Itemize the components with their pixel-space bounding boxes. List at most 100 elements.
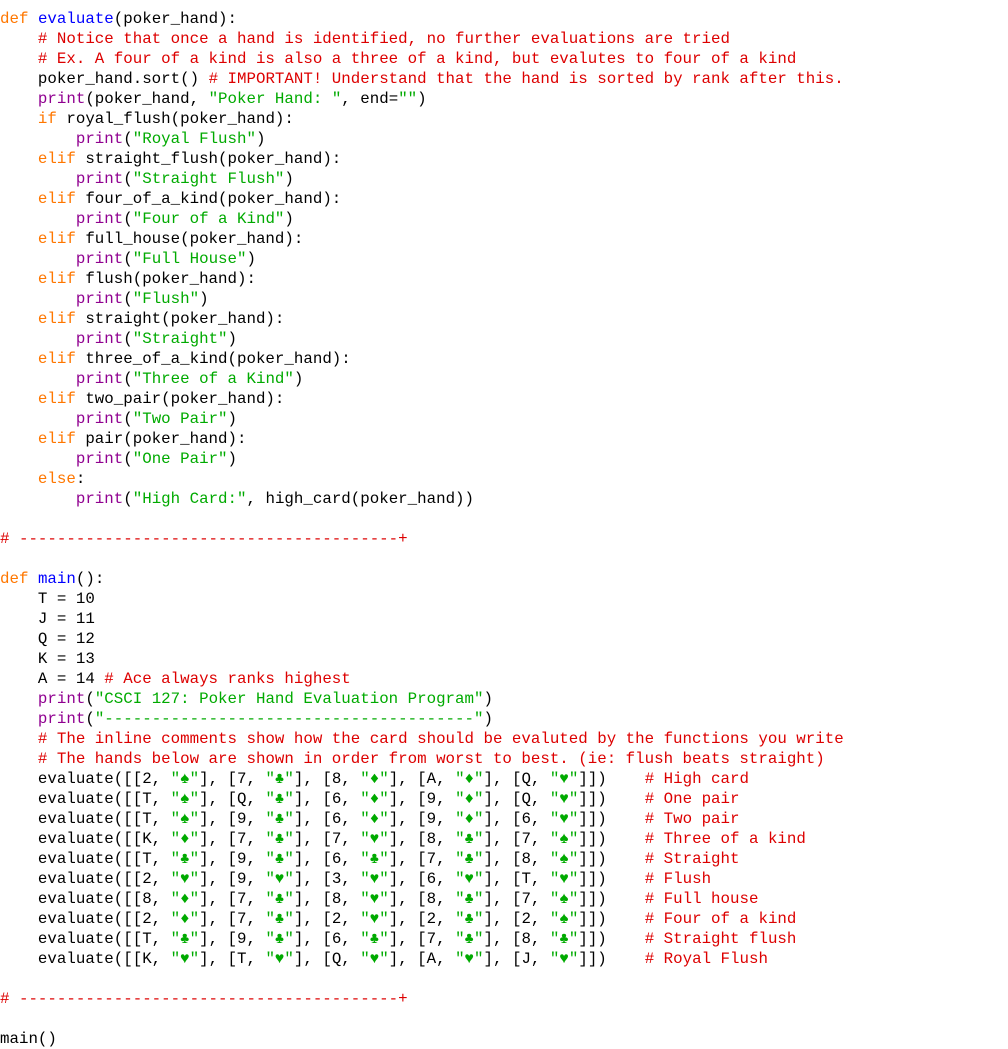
code-text-token: ]])	[578, 950, 644, 968]
code-text-token: ], [8,	[294, 890, 360, 908]
code-text-token: ], [6,	[389, 870, 455, 888]
comment-token: # Full house	[645, 890, 759, 908]
code-line: print("Straight Flush")	[0, 169, 1008, 189]
string-token: "♣"	[265, 850, 293, 868]
code-line: evaluate([[T, "♠"], [9, "♣"], [6, "♦"], …	[0, 809, 1008, 829]
code-text-token: ], [8,	[389, 830, 455, 848]
string-token: "CSCI 127: Poker Hand Evaluation Program…	[95, 690, 484, 708]
code-text-token: ], [6,	[294, 930, 360, 948]
code-text-token: ], [7,	[389, 930, 455, 948]
code-text-token: ]])	[578, 810, 644, 828]
code-line	[0, 509, 1008, 529]
code-text-token: evaluate([[T,	[0, 790, 171, 808]
code-line: elif straight(poker_hand):	[0, 309, 1008, 329]
keyword-token: if	[38, 110, 57, 128]
code-text-token: straight(poker_hand):	[76, 310, 285, 328]
string-token: "♦"	[455, 770, 483, 788]
code-text-token: ], [J,	[484, 950, 550, 968]
code-text-token	[0, 210, 76, 228]
function-name-token: evaluate	[38, 10, 114, 28]
builtin-token: print	[76, 450, 123, 468]
code-text-token: (	[123, 210, 132, 228]
code-text-token: evaluate([[8,	[0, 890, 171, 908]
comment-token: # --------------------------------------…	[0, 990, 408, 1008]
string-token: "♥"	[171, 950, 199, 968]
code-text-token: (	[123, 250, 132, 268]
comment-token: # Flush	[645, 870, 711, 888]
string-token: "Straight"	[133, 330, 228, 348]
code-line	[0, 549, 1008, 569]
code-text-token: )	[417, 90, 426, 108]
code-text-token	[0, 750, 38, 768]
string-token: "♥"	[455, 950, 483, 968]
string-token: "High Card:"	[133, 490, 247, 508]
code-text-token: ], [9,	[199, 810, 265, 828]
code-text-token	[0, 50, 38, 68]
code-text-token	[0, 190, 38, 208]
code-line: print("One Pair")	[0, 449, 1008, 469]
code-text-token: ], [9,	[199, 850, 265, 868]
code-text-token	[0, 490, 76, 508]
code-editor[interactable]: def evaluate(poker_hand): # Notice that …	[0, 9, 1008, 1049]
code-text-token: ], [A,	[389, 950, 455, 968]
code-text-token: ], [6,	[484, 810, 550, 828]
string-token: "♦"	[171, 910, 199, 928]
code-text-token: evaluate([[K,	[0, 830, 171, 848]
builtin-token: print	[76, 290, 123, 308]
string-token: "Three of a Kind"	[133, 370, 294, 388]
code-line: print("Flush")	[0, 289, 1008, 309]
keyword-token: elif	[38, 390, 76, 408]
code-text-token: ], [7,	[199, 910, 265, 928]
comment-token: # The inline comments show how the card …	[38, 730, 844, 748]
code-text-token	[0, 270, 38, 288]
keyword-token: elif	[38, 230, 76, 248]
code-text-token: :	[76, 470, 85, 488]
code-text-token: ], [9,	[389, 810, 455, 828]
code-text-token	[0, 130, 76, 148]
code-line: else:	[0, 469, 1008, 489]
string-token: "♣"	[171, 850, 199, 868]
comment-token: # Three of a kind	[645, 830, 806, 848]
code-line: elif two_pair(poker_hand):	[0, 389, 1008, 409]
code-text-token: )	[284, 170, 293, 188]
code-line: print("Two Pair")	[0, 409, 1008, 429]
code-text-token: (	[123, 130, 132, 148]
code-text-token: Q = 12	[0, 630, 95, 648]
builtin-token: print	[76, 130, 123, 148]
code-text-token: J = 11	[0, 610, 95, 628]
code-line: # --------------------------------------…	[0, 529, 1008, 549]
string-token: "Two Pair"	[133, 410, 228, 428]
string-token: "♣"	[455, 830, 483, 848]
code-text-token: evaluate([[2,	[0, 770, 171, 788]
code-line: print("Three of a Kind")	[0, 369, 1008, 389]
string-token: "Four of a Kind"	[133, 210, 285, 228]
code-line: poker_hand.sort() # IMPORTANT! Understan…	[0, 69, 1008, 89]
code-line: elif flush(poker_hand):	[0, 269, 1008, 289]
keyword-token: def	[0, 10, 28, 28]
code-text-token	[28, 10, 37, 28]
code-text-token	[0, 710, 38, 728]
code-text-token	[0, 90, 38, 108]
keyword-token: elif	[38, 350, 76, 368]
string-token: "♦"	[360, 770, 388, 788]
code-text-token	[0, 410, 76, 428]
builtin-token: print	[76, 210, 123, 228]
string-token: "♠"	[171, 790, 199, 808]
code-line: evaluate([[K, "♥"], [T, "♥"], [Q, "♥"], …	[0, 949, 1008, 969]
code-text-token	[0, 470, 38, 488]
function-name-token: main	[38, 570, 76, 588]
code-text-token: ], [9,	[199, 930, 265, 948]
code-text-token: ]])	[578, 850, 644, 868]
builtin-token: print	[38, 710, 85, 728]
code-text-token: ], [8,	[484, 930, 550, 948]
code-text-token: ], [7,	[484, 890, 550, 908]
code-line: A = 14 # Ace always ranks highest	[0, 669, 1008, 689]
code-text-token: ], [7,	[199, 830, 265, 848]
code-line: print("Straight")	[0, 329, 1008, 349]
code-text-token: ], [7,	[294, 830, 360, 848]
code-text-token: (poker_hand):	[114, 10, 237, 28]
code-text-token: )	[228, 330, 237, 348]
code-text-token: ], [7,	[389, 850, 455, 868]
string-token: "♣"	[265, 910, 293, 928]
code-line: T = 10	[0, 589, 1008, 609]
